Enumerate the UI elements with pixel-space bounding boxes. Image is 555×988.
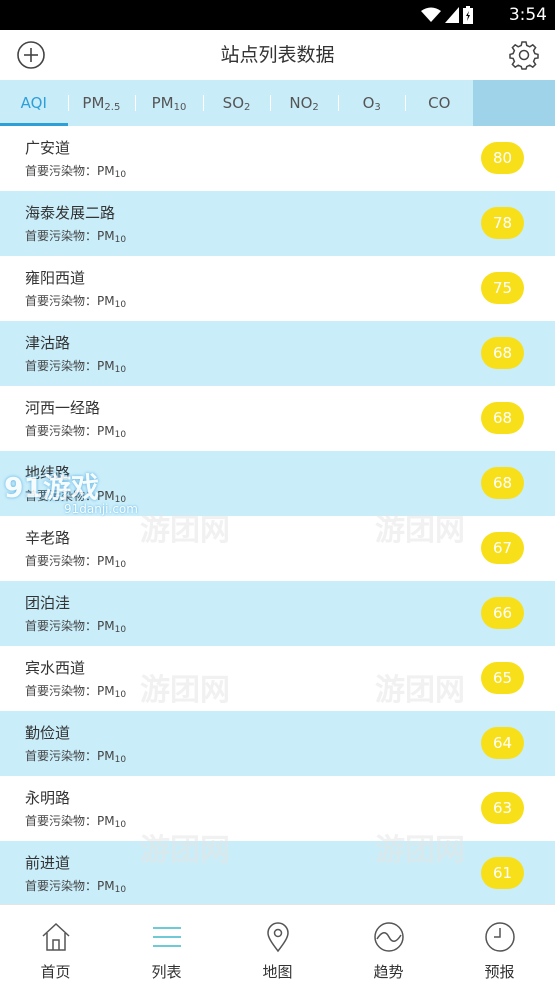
station-name: 广安道 (25, 139, 71, 157)
aqi-badge: 75 (481, 272, 524, 304)
status-icons (421, 5, 473, 25)
aqi-badge: 78 (481, 207, 524, 239)
map-pin-icon (266, 922, 289, 953)
primary-pollutant: 首要污染物：PM10 (25, 554, 127, 570)
station-name: 地纬路 (25, 464, 71, 482)
aqi-badge: 67 (481, 532, 524, 564)
primary-pollutant: 首要污染物：PM10 (25, 164, 127, 180)
station-name: 辛老路 (25, 529, 71, 547)
list-icon (152, 927, 181, 947)
primary-pollutant: 首要污染物：PM10 (25, 489, 127, 505)
aqi-badge: 61 (481, 857, 524, 889)
list-item[interactable]: 广安道 首要污染物：PM10 80 (0, 126, 555, 191)
primary-pollutant: 首要污染物：PM10 (25, 294, 127, 310)
list-item[interactable]: 河西一经路 首要污染物：PM10 68 (0, 386, 555, 451)
tab-co[interactable]: CO (405, 80, 473, 126)
primary-pollutant: 首要污染物：PM10 (25, 879, 127, 895)
aqi-badge: 63 (481, 792, 524, 824)
primary-pollutant: 首要污染物：PM10 (25, 684, 127, 700)
clock-icon (484, 922, 515, 952)
list-item[interactable]: 地纬路 首要污染物：PM10 68 (0, 451, 555, 516)
station-name: 河西一经路 (25, 399, 101, 417)
station-name: 前进道 (25, 854, 71, 872)
station-name: 海泰发展二路 (25, 204, 116, 222)
station-name: 宾水西道 (25, 659, 86, 677)
bottom-nav: 首页 列表 地图 趋势 预报 (0, 904, 555, 988)
status-bar: 3:54 (0, 0, 555, 30)
nav-list[interactable]: 列表 (111, 905, 222, 988)
aqi-badge: 65 (481, 662, 524, 694)
signal-icon (445, 7, 459, 23)
list-item[interactable]: 勤俭道 首要污染物：PM10 64 (0, 711, 555, 776)
tab-so2[interactable]: SO2 (202, 80, 271, 126)
list-item[interactable]: 辛老路 首要污染物：PM10 67 (0, 516, 555, 581)
primary-pollutant: 首要污染物：PM10 (25, 749, 127, 765)
app-header: 站点列表数据 (0, 30, 555, 80)
aqi-badge: 68 (481, 467, 524, 499)
tab-pm10[interactable]: PM10 (135, 80, 203, 126)
tab-pm25[interactable]: PM2.5 (67, 80, 136, 126)
station-name: 永明路 (25, 789, 71, 807)
list-item[interactable]: 海泰发展二路 首要污染物：PM10 78 (0, 191, 555, 256)
station-name: 津沽路 (25, 334, 71, 352)
nav-map[interactable]: 地图 (222, 905, 333, 988)
tab-overflow-area[interactable] (473, 80, 555, 126)
primary-pollutant: 首要污染物：PM10 (25, 424, 127, 440)
gear-icon (509, 41, 539, 70)
nav-forecast[interactable]: 预报 (444, 905, 555, 988)
primary-pollutant: 首要污染物：PM10 (25, 229, 127, 245)
wifi-icon (421, 7, 441, 22)
pollutant-tabs: AQI PM2.5 PM10 SO2 NO2 O3 CO (0, 80, 555, 126)
nav-trend[interactable]: 趋势 (333, 905, 444, 988)
page-title: 站点列表数据 (220, 44, 335, 66)
tab-o3[interactable]: O3 (337, 80, 406, 126)
list-item[interactable]: 宾水西道 首要污染物：PM10 65 (0, 646, 555, 711)
station-name: 勤俭道 (25, 724, 71, 742)
aqi-badge: 68 (481, 337, 524, 369)
list-item[interactable]: 团泊洼 首要污染物：PM10 66 (0, 581, 555, 646)
clock-time: 3:54 (508, 5, 547, 25)
nav-home[interactable]: 首页 (0, 905, 111, 988)
aqi-badge: 80 (481, 142, 524, 174)
station-name: 雍阳西道 (25, 269, 86, 287)
list-item[interactable]: 雍阳西道 首要污染物：PM10 75 (0, 256, 555, 321)
aqi-badge: 66 (481, 597, 524, 629)
station-name: 团泊洼 (25, 594, 71, 612)
home-icon (41, 922, 70, 951)
aqi-badge: 68 (481, 402, 524, 434)
primary-pollutant: 首要污染物：PM10 (25, 814, 127, 830)
primary-pollutant: 首要污染物：PM10 (25, 359, 127, 375)
list-item[interactable]: 永明路 首要污染物：PM10 63 (0, 776, 555, 841)
station-list: 广安道 首要污染物：PM10 80 海泰发展二路 首要污染物：PM10 78 雍… (0, 126, 555, 904)
list-item[interactable]: 前进道 首要污染物：PM10 61 (0, 841, 555, 904)
tab-no2[interactable]: NO2 (270, 80, 338, 126)
battery-icon (463, 6, 473, 24)
tab-aqi[interactable]: AQI (0, 80, 68, 126)
aqi-badge: 64 (481, 727, 524, 759)
trend-icon (373, 922, 404, 952)
primary-pollutant: 首要污染物：PM10 (25, 619, 127, 635)
list-item[interactable]: 津沽路 首要污染物：PM10 68 (0, 321, 555, 386)
settings-button[interactable] (509, 40, 539, 70)
